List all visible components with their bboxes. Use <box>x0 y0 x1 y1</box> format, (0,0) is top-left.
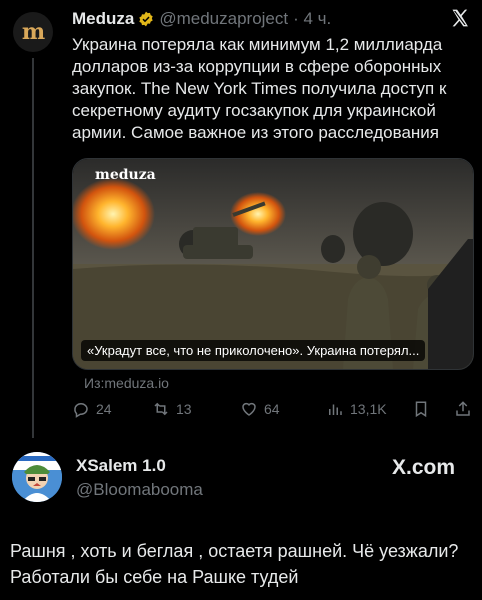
bookmark-icon <box>415 401 427 418</box>
repost-count: 13 <box>176 401 192 417</box>
avatar-letter: m <box>21 19 45 45</box>
verified-badge-icon <box>139 11 154 27</box>
avatar[interactable]: m <box>13 12 53 52</box>
tweet-time: · 4 ч. <box>293 9 332 28</box>
card-logo: meduza <box>95 167 156 183</box>
reply-count: 24 <box>96 401 112 417</box>
tweet-header: Meduza @meduzaproject · 4 ч. <box>72 9 331 29</box>
reply-button[interactable]: 24 <box>72 400 112 418</box>
views-count: 13,1K <box>350 401 387 417</box>
like-button[interactable]: 64 <box>240 400 280 418</box>
avatar[interactable] <box>12 452 62 502</box>
x-logo-icon[interactable] <box>450 8 470 28</box>
link-card[interactable]: meduza «Украдут все, что не приколочено»… <box>72 158 474 370</box>
card-caption[interactable]: «Украдут все, что не приколочено». Украи… <box>81 340 426 361</box>
avatar-image <box>12 452 62 502</box>
article-image <box>73 159 473 369</box>
platform-label: X.com <box>392 456 456 479</box>
views-button[interactable]: 13,1K <box>326 400 387 418</box>
like-count: 64 <box>264 401 280 417</box>
bookmark-button[interactable] <box>412 400 436 418</box>
author-name[interactable]: Meduza <box>72 9 134 29</box>
share-button[interactable] <box>454 400 478 418</box>
tweet-text: Рашня , хоть и беглая , остаетя рашней. … <box>10 541 459 587</box>
heart-icon <box>242 402 256 416</box>
repost-button[interactable]: 13 <box>152 400 192 418</box>
author-handle[interactable]: @meduzaproject <box>159 9 288 29</box>
author-handle[interactable]: @Bloomabooma <box>76 480 203 500</box>
tweet-actions: 24 13 64 13,1K <box>72 400 476 422</box>
reply-icon <box>74 403 88 418</box>
link-source[interactable]: Из:meduza.io <box>84 375 169 391</box>
views-icon <box>329 404 342 415</box>
tweet-text: Украина потеряла как минимум 1,2 миллиар… <box>72 35 447 142</box>
share-icon <box>456 401 470 416</box>
thread-line <box>32 58 34 438</box>
author-name[interactable]: XSalem 1.0 <box>76 456 166 476</box>
repost-icon <box>154 402 168 416</box>
